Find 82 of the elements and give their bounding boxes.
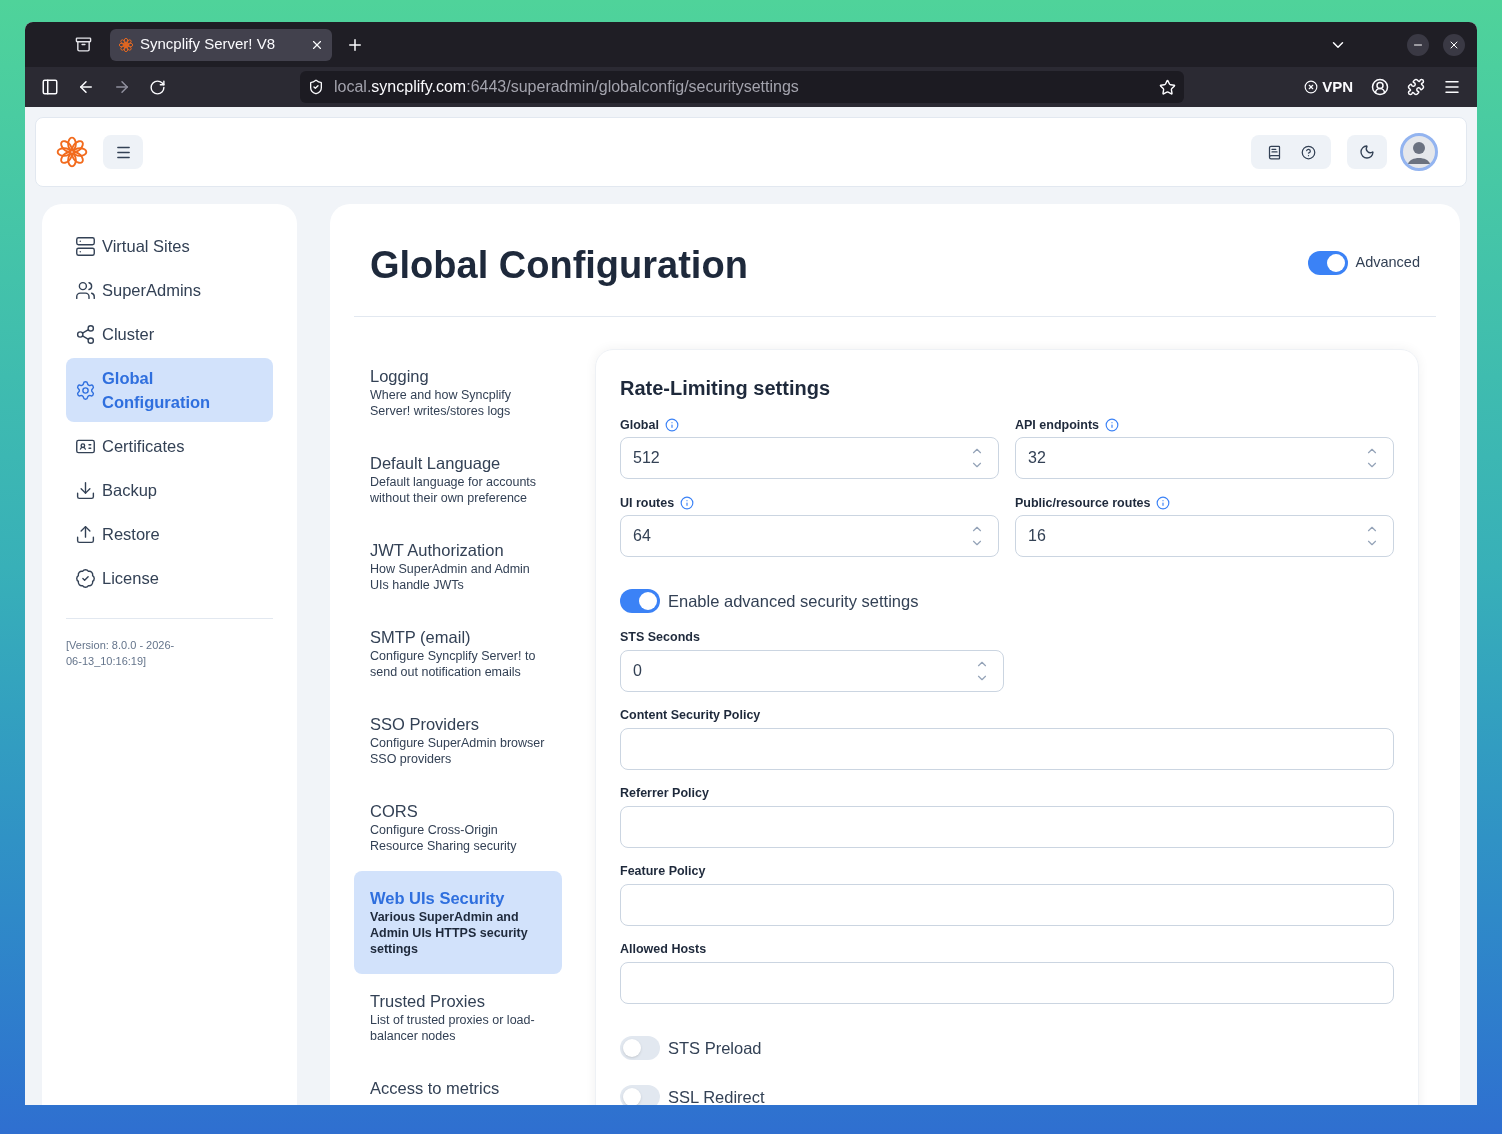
sidebar-item[interactable]: Virtual Sites: [66, 226, 273, 266]
setting-switch[interactable]: [620, 1036, 660, 1061]
section-nav-item[interactable]: CORS Configure Cross-Origin Resource Sharing security: [354, 784, 562, 871]
sidebar-item[interactable]: Backup: [66, 470, 273, 510]
section-nav-item[interactable]: Web UIs Security Various SuperAdmin and Admin UIs HTTPS security settings: [354, 871, 562, 974]
text-field[interactable]: [620, 805, 1394, 848]
advanced-switch[interactable]: [1307, 251, 1348, 275]
field-label: Referrer Policy: [620, 785, 709, 803]
section-nav-item[interactable]: SSO Providers Configure SuperAdmin browser SSO providers: [354, 697, 562, 784]
info-icon[interactable]: [664, 418, 679, 432]
shield-icon: [308, 79, 324, 95]
sidebar-item[interactable]: Cluster: [66, 314, 273, 354]
text-field[interactable]: [620, 961, 1394, 1004]
url-text: local.syncplify.com:6443/superadmin/globalconfig/securitysettings: [334, 77, 800, 97]
users-icon: [75, 279, 96, 301]
section-nav-item[interactable]: Access to metrics: [354, 1061, 562, 1105]
theme-button[interactable]: [1347, 135, 1387, 169]
switch-label: STS Preload: [668, 1037, 762, 1059]
tab-list-icon[interactable]: [75, 36, 92, 53]
help-icon[interactable]: [1300, 144, 1316, 160]
moon-icon: [1359, 144, 1375, 160]
number-field[interactable]: 512: [620, 437, 999, 479]
info-icon[interactable]: [1156, 496, 1171, 510]
field-label: Global: [620, 416, 659, 434]
bookmark-star-icon[interactable]: [1159, 78, 1176, 96]
extensions-icon[interactable]: [1407, 78, 1425, 96]
close-window-button[interactable]: [1443, 33, 1465, 56]
forward-icon[interactable]: [113, 78, 131, 96]
field-label: Allowed Hosts: [620, 941, 707, 959]
field-label: Feature Policy: [620, 863, 706, 881]
section-nav-item[interactable]: Logging Where and how Syncplify Server! writes/stores logs: [354, 349, 562, 436]
info-icon[interactable]: [1105, 418, 1120, 432]
menu-button[interactable]: [103, 135, 143, 169]
avatar[interactable]: [1400, 133, 1438, 171]
field-label: Content Security Policy: [620, 707, 761, 725]
number-field[interactable]: 16: [1015, 515, 1394, 557]
field-label: STS Seconds: [620, 629, 700, 647]
section-nav-item[interactable]: Default Language Default language for accounts without their own preference: [354, 436, 562, 523]
tab-favicon-icon: [118, 36, 134, 53]
field-label: UI routes: [620, 494, 675, 512]
sidebar-item[interactable]: SuperAdmins: [66, 270, 273, 310]
book-icon[interactable]: [1266, 144, 1282, 160]
browser-tab[interactable]: Syncplify Server! V8: [110, 28, 332, 61]
badge-check-icon: [75, 567, 96, 589]
section-nav-item[interactable]: Trusted Proxies List of trusted proxies or load-balancer nodes: [354, 974, 562, 1061]
sidebar-item[interactable]: License: [66, 558, 273, 598]
account-icon[interactable]: [1371, 78, 1389, 96]
info-icon[interactable]: [680, 496, 695, 510]
field-label: API endpoints: [1015, 416, 1100, 434]
page-title: Global Configuration: [370, 243, 748, 288]
number-field[interactable]: 64: [620, 515, 999, 557]
number-field[interactable]: 32: [1015, 437, 1394, 479]
sidebar-toggle-icon[interactable]: [41, 78, 59, 96]
field-label: Public/resource routes: [1015, 494, 1151, 512]
download-icon: [75, 479, 96, 501]
gear-icon: [75, 379, 96, 401]
version-text: [Version: 8.0.0 - 2026-06-13_10:16:19]: [66, 638, 176, 669]
reload-icon[interactable]: [149, 78, 166, 96]
text-field[interactable]: [620, 883, 1394, 926]
section-nav-item[interactable]: SMTP (email) Configure Syncplify Server! to send out notification emails: [354, 610, 562, 697]
text-field[interactable]: [620, 727, 1394, 770]
url-bar[interactable]: local.syncplify.com:6443/superadmin/globalconfig/securitysettings: [300, 71, 1184, 103]
sidebar-item[interactable]: Certificates: [66, 426, 273, 466]
vpn-button[interactable]: VPN: [1304, 75, 1353, 99]
advanced-label: Advanced: [1355, 253, 1420, 273]
flower-logo: [55, 135, 89, 169]
switch-label: Enable advanced security settings: [668, 591, 919, 612]
back-icon[interactable]: [77, 78, 95, 96]
number-field[interactable]: 0: [620, 649, 1004, 692]
minimize-button[interactable]: [1407, 33, 1429, 56]
card-title: Rate-Limiting settings: [620, 376, 831, 401]
sidebar-item[interactable]: Global Configuration: [66, 358, 273, 422]
share-icon: [75, 323, 96, 345]
switch-label: SSL Redirect: [668, 1086, 765, 1105]
x-circle-icon: [1304, 80, 1319, 94]
upload-icon: [75, 523, 96, 545]
advanced-security-switch[interactable]: [620, 589, 660, 614]
section-nav-item[interactable]: JWT Authorization How SuperAdmin and Admin UIs handle JWTs: [354, 523, 562, 610]
menu-icon[interactable]: [1443, 78, 1461, 96]
setting-switch[interactable]: [620, 1084, 660, 1105]
sidebar-item[interactable]: Restore: [66, 514, 273, 554]
server-icon: [75, 235, 96, 257]
